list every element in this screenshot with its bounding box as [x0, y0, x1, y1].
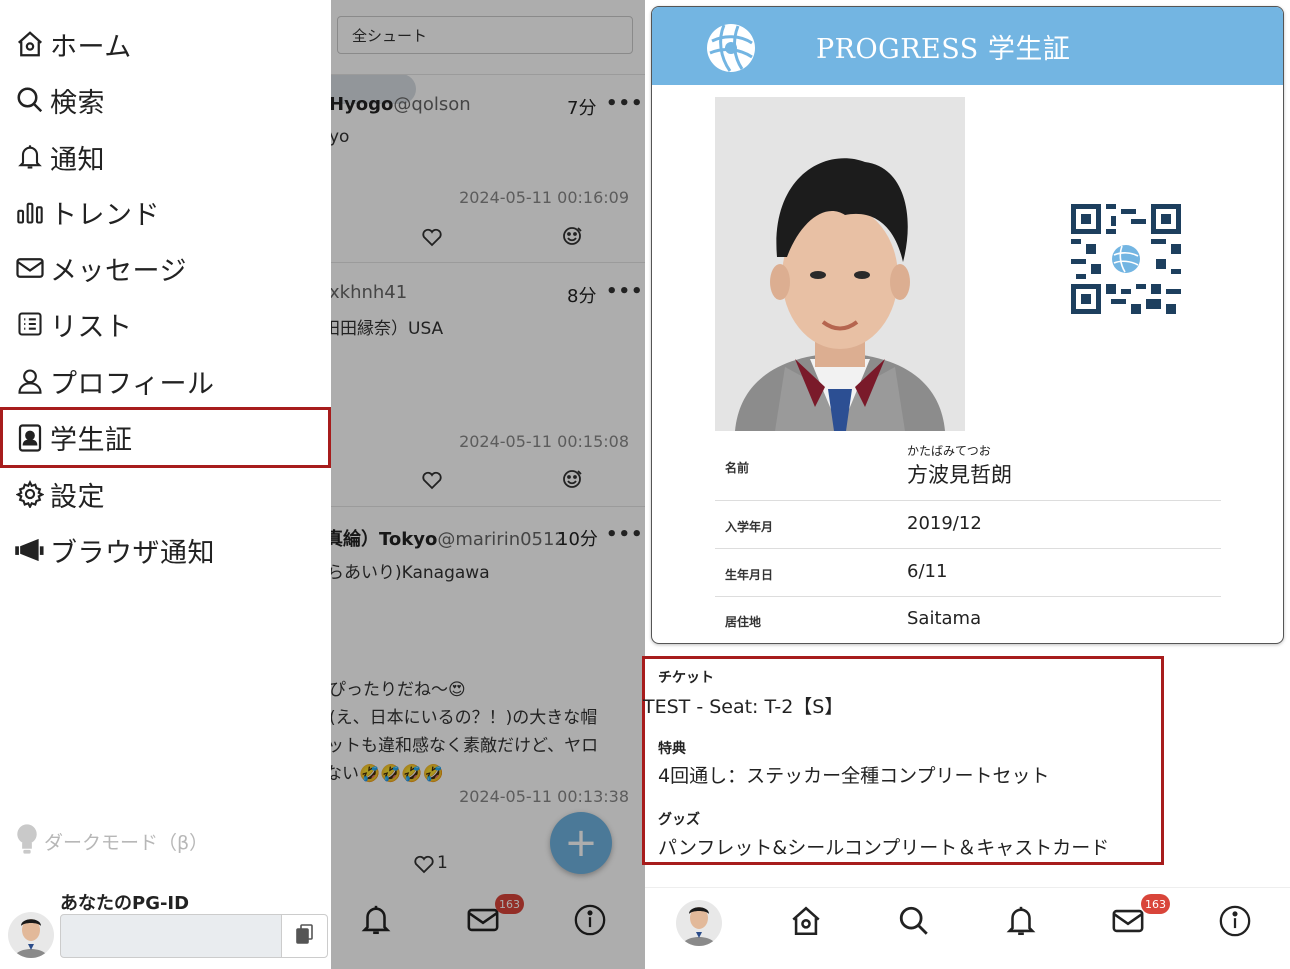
info-icon[interactable]: [1218, 904, 1252, 938]
sidebar-item-label: ホーム: [50, 31, 132, 63]
sidebar-item-label: トレンド: [50, 199, 160, 231]
bar-chart-icon: [14, 196, 46, 228]
birth-row: 生年月日 6/11: [715, 549, 1221, 597]
search-icon[interactable]: [897, 904, 931, 938]
envelope-icon: [14, 252, 46, 284]
name-value: 方波見哲朗: [907, 463, 1012, 487]
pg-id-label: あなたのPG-ID: [60, 893, 190, 914]
sidebar-item-list[interactable]: リスト: [0, 296, 331, 352]
sidebar-item-label: 通知: [50, 144, 105, 176]
id-card-icon: [14, 422, 46, 454]
avatar[interactable]: [676, 900, 722, 946]
globe-logo-icon: [707, 24, 755, 72]
bell-icon: [14, 141, 46, 173]
ticket-value: TEST - Seat: T-2【S】: [643, 696, 844, 718]
birth-label: 生年月日: [725, 568, 774, 582]
enroll-label: 入学年月: [725, 520, 774, 534]
card-header: PROGRESS 学生証: [652, 7, 1283, 85]
modal-overlay[interactable]: [331, 0, 645, 969]
residence-row: 居住地 Saitama: [715, 597, 1221, 643]
sidebar-item-profile[interactable]: プロフィール: [0, 353, 331, 409]
sidebar-item-label: プロフィール: [50, 368, 215, 400]
student-photo: [715, 97, 965, 431]
sidebar-item-label: 学生証: [50, 425, 133, 456]
copy-icon: [295, 924, 314, 948]
name-row: 名前 かたばみてつお 方波見哲朗: [715, 439, 1221, 501]
qr-code[interactable]: [1071, 204, 1181, 314]
sidebar-item-label: リスト: [50, 311, 133, 343]
enroll-row: 入学年月 2019/12: [715, 501, 1221, 549]
birth-value: 6/11: [907, 561, 948, 582]
envelope-icon[interactable]: [1111, 904, 1145, 938]
sidebar-item-trends[interactable]: トレンド: [0, 184, 331, 240]
mail-badge: 163: [1141, 894, 1170, 914]
student-id-card: PROGRESS 学生証 名前 かたばみてつお 方波見哲朗 入学年月 2019/…: [651, 6, 1284, 644]
dark-mode-toggle[interactable]: ダークモード（β）: [14, 822, 208, 861]
home-icon: [14, 28, 46, 60]
name-label: 名前: [725, 461, 750, 475]
benefit-label: 特典: [658, 741, 686, 757]
sidebar-item-label: メッセージ: [50, 255, 187, 287]
lightbulb-icon: [14, 822, 40, 861]
search-icon: [14, 84, 46, 116]
enroll-value: 2019/12: [907, 513, 982, 534]
sidebar-item-notifications[interactable]: 通知: [0, 129, 331, 185]
app-root: ホーム 検索 通知 トレンド メッセージ リスト プロフィール 学生証 設定 ブ…: [0, 0, 1290, 969]
sidebar-item-settings[interactable]: 設定: [0, 466, 331, 522]
residence-label: 居住地: [725, 615, 762, 629]
sidebar-item-home[interactable]: ホーム: [0, 16, 331, 72]
sidebar-item-browser-notifications[interactable]: ブラウザ通知: [0, 522, 331, 578]
sidebar-item-messages[interactable]: メッセージ: [0, 240, 331, 296]
sidebar-item-label: 設定: [50, 481, 105, 513]
sidebar-item-label: ブラウザ通知: [50, 537, 215, 569]
residence-value: Saitama: [907, 608, 982, 629]
benefit-value: 4回通し：ステッカー全種コンプリートセット: [658, 765, 1050, 787]
sidebar: ホーム 検索 通知 トレンド メッセージ リスト プロフィール 学生証 設定 ブ…: [0, 0, 331, 969]
sidebar-item-student-id[interactable]: 学生証: [0, 407, 331, 468]
person-icon: [14, 365, 46, 397]
card-title: PROGRESS 学生証: [816, 34, 1071, 65]
dark-mode-label: ダークモード（β）: [44, 832, 209, 854]
gear-icon: [14, 478, 46, 510]
goods-value: パンフレット&シールコンプリート＆キャストカード: [658, 837, 1110, 859]
ticket-label: チケット: [658, 670, 714, 686]
copy-button[interactable]: [281, 914, 328, 958]
bottom-nav: 163: [645, 887, 1290, 969]
sidebar-item-search[interactable]: 検索: [0, 72, 331, 128]
megaphone-icon: [14, 534, 46, 566]
sidebar-item-label: 検索: [50, 87, 105, 119]
ticket-info-box: チケット TEST - Seat: T-2【S】 特典 4回通し：ステッカー全種…: [642, 656, 1164, 865]
home-icon[interactable]: [789, 904, 823, 938]
goods-label: グッズ: [658, 812, 700, 828]
bell-icon[interactable]: [1004, 904, 1038, 938]
list-icon: [14, 308, 46, 340]
avatar[interactable]: [8, 912, 54, 958]
student-id-page: PROGRESS 学生証 名前 かたばみてつお 方波見哲朗 入学年月 2019/…: [642, 0, 1290, 969]
pg-id-field[interactable]: [60, 914, 282, 958]
name-furigana: かたばみてつお: [907, 444, 991, 458]
